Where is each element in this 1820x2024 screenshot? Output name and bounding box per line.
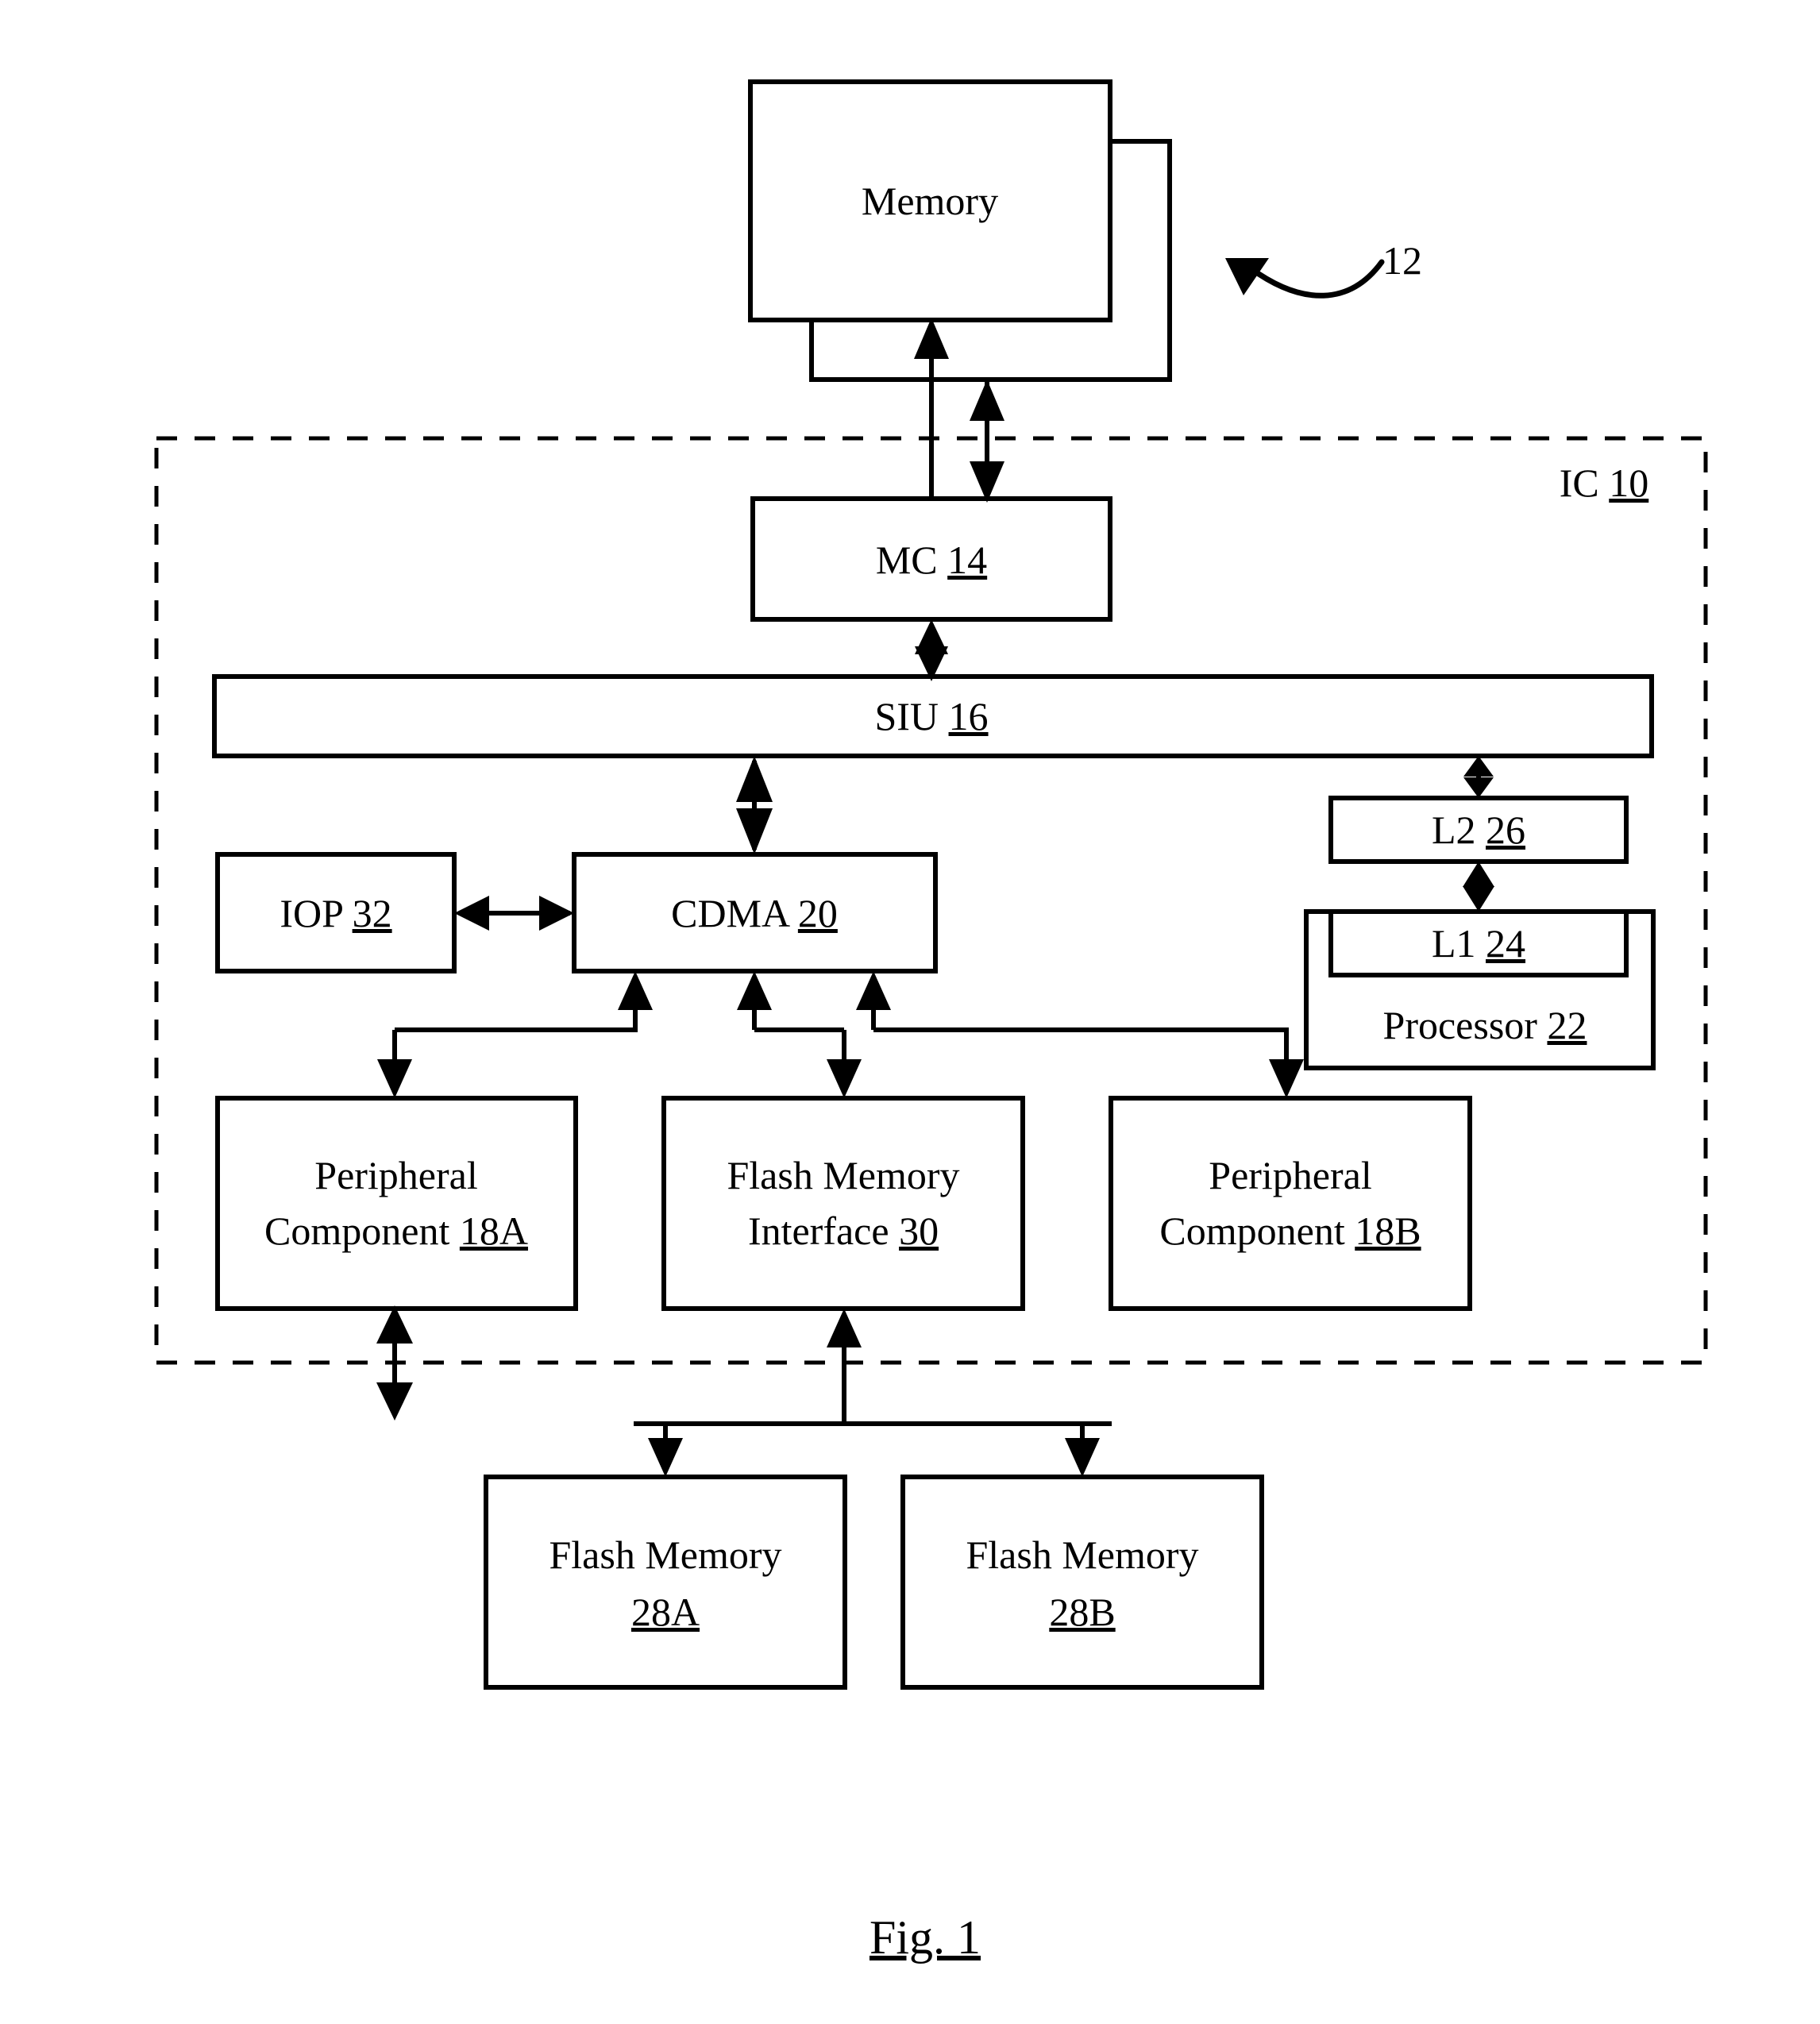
siu-label-text: SIU bbox=[874, 694, 939, 738]
l1-label-number: 24 bbox=[1486, 921, 1525, 966]
flash-interface-label-line1: Flash Memory bbox=[727, 1153, 959, 1197]
l2-label-text: L2 bbox=[1432, 808, 1476, 852]
arrowhead-siu-l2-up bbox=[1463, 756, 1494, 777]
cdma-label: CDMA 20 bbox=[671, 891, 838, 935]
siu-label: SIU 16 bbox=[874, 694, 988, 738]
arrowhead-periph-a-to-cdma bbox=[618, 971, 653, 1010]
l2-label: L2 26 bbox=[1432, 808, 1525, 852]
arrowhead-flash-bus-to-interface bbox=[827, 1309, 862, 1347]
mc-label-number: 14 bbox=[947, 538, 987, 582]
arrowhead-bus-to-flash-b bbox=[1065, 1438, 1100, 1477]
cdma-label-number: 20 bbox=[798, 891, 838, 935]
arrowhead-up-memory-back bbox=[970, 380, 1004, 421]
flash-memory-a-label-line1: Flash Memory bbox=[549, 1532, 781, 1577]
arrowhead-l2-l1-down bbox=[1463, 886, 1494, 912]
flash-memory-b-label-line1: Flash Memory bbox=[966, 1532, 1198, 1577]
peripheral-a-label-component: Component bbox=[264, 1209, 449, 1253]
mc-label: MC 14 bbox=[876, 538, 987, 582]
arrowhead-periph-b-to-cdma bbox=[856, 971, 891, 1010]
siu-label-number: 16 bbox=[949, 694, 989, 738]
arrowhead-l2-l1-up bbox=[1463, 862, 1494, 887]
peripheral-component-b-box bbox=[1109, 1096, 1472, 1311]
arrowhead-cdma-to-flash-if bbox=[827, 1059, 862, 1098]
flash-interface-label-number: 30 bbox=[899, 1209, 939, 1253]
arrowhead-siu-cdma-up bbox=[736, 756, 773, 802]
iop-label: IOP 32 bbox=[280, 891, 391, 935]
peripheral-b-label-line2: Component 18B bbox=[1159, 1209, 1421, 1253]
mc-label-text: MC bbox=[876, 538, 938, 582]
flash-memory-a-box bbox=[484, 1475, 847, 1690]
arrowhead-cdma-to-periph-b bbox=[1269, 1059, 1304, 1098]
cdma-label-text: CDMA bbox=[671, 891, 790, 935]
flash-memory-a-label-number: 28A bbox=[631, 1590, 700, 1634]
processor-label-number: 22 bbox=[1547, 1003, 1587, 1047]
ic-label-number: 10 bbox=[1609, 461, 1648, 505]
arrowhead-bus-to-flash-a bbox=[648, 1438, 683, 1477]
arrowhead-iop-left bbox=[454, 896, 489, 931]
patent-figure: Memory 12 IC 10 MC 14 SIU 16 IOP 32 CDMA… bbox=[0, 0, 1820, 2024]
flash-memory-b-box bbox=[900, 1475, 1264, 1690]
peripheral-b-label-line1: Peripheral bbox=[1209, 1153, 1371, 1197]
flash-memory-interface-box bbox=[661, 1096, 1025, 1311]
ic-label: IC 10 bbox=[1560, 461, 1649, 505]
flash-interface-label-interface: Interface bbox=[748, 1209, 889, 1253]
peripheral-a-label-number: 18A bbox=[460, 1209, 528, 1253]
peripheral-b-label-number: 18B bbox=[1355, 1209, 1421, 1253]
processor-label: Processor 22 bbox=[1383, 1003, 1587, 1047]
memory-label: Memory bbox=[862, 179, 998, 223]
arrowhead-cdma-to-periph-a bbox=[377, 1059, 412, 1098]
flash-memory-b-label-number: 28B bbox=[1049, 1590, 1115, 1634]
reference-lead-line-12 bbox=[1247, 259, 1385, 299]
reference-numeral-12: 12 bbox=[1382, 238, 1422, 283]
arrowhead-siu-l2-down bbox=[1463, 777, 1494, 798]
l1-label: L1 24 bbox=[1432, 921, 1525, 966]
peripheral-component-a-box bbox=[215, 1096, 578, 1311]
flash-interface-label-line2: Interface 30 bbox=[748, 1209, 939, 1253]
arrowhead-siu-cdma-down bbox=[736, 808, 773, 854]
arrowhead-cdma-right bbox=[539, 896, 574, 931]
arrowhead-periph-a-ext-up bbox=[376, 1305, 413, 1344]
peripheral-a-label-line1: Peripheral bbox=[314, 1153, 477, 1197]
processor-label-text: Processor bbox=[1383, 1003, 1538, 1047]
peripheral-a-label-line2: Component 18A bbox=[264, 1209, 528, 1253]
l2-label-number: 26 bbox=[1486, 808, 1525, 852]
l1-label-text: L1 bbox=[1432, 921, 1476, 966]
peripheral-b-label-component: Component bbox=[1159, 1209, 1344, 1253]
figure-caption: Fig. 1 bbox=[870, 1911, 981, 1964]
figure-canvas: Memory 12 IC 10 MC 14 SIU 16 IOP 32 CDMA… bbox=[154, 79, 1708, 1964]
iop-label-number: 32 bbox=[353, 891, 392, 935]
iop-label-text: IOP bbox=[280, 891, 342, 935]
arrowhead-periph-a-ext-down bbox=[376, 1382, 413, 1421]
ic-label-prefix: IC bbox=[1560, 461, 1599, 505]
arrowhead-flash-if-to-cdma bbox=[737, 971, 772, 1010]
